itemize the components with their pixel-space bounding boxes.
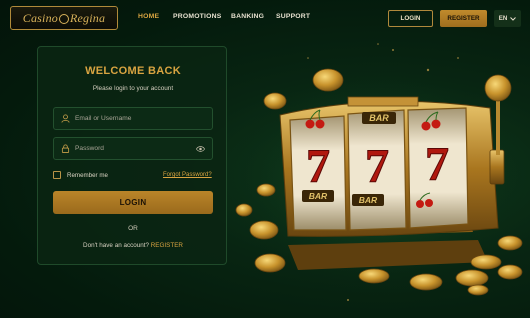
- user-icon: [61, 114, 70, 123]
- header-login-button[interactable]: LOGIN: [388, 10, 433, 27]
- seven-symbol-2: 7: [365, 140, 389, 193]
- remember-me[interactable]: Remember me: [53, 171, 108, 179]
- signup-prompt: Don't have an account? REGISTER: [38, 242, 228, 249]
- password-field[interactable]: [53, 137, 213, 160]
- no-account-text: Don't have an account?: [83, 242, 149, 249]
- seven-symbol-1: 7: [306, 140, 330, 193]
- remember-checkbox[interactable]: [53, 171, 61, 179]
- slot-machine-illustration: BAR 7 7 7 BAR BAR: [228, 43, 528, 301]
- login-submit-button[interactable]: LOGIN: [53, 191, 213, 214]
- forgot-password-link[interactable]: Forgot Password?: [163, 172, 212, 178]
- seven-symbol-3: 7: [425, 138, 449, 191]
- username-field[interactable]: [53, 107, 213, 130]
- logo-text-left: Casino: [22, 10, 58, 25]
- username-input[interactable]: [75, 115, 185, 122]
- crest-icon: [59, 14, 69, 24]
- login-panel: WELCOME BACK Please login to your accoun…: [37, 46, 227, 265]
- login-subtitle: Please login to your account: [92, 85, 174, 92]
- eye-icon[interactable]: [196, 145, 205, 153]
- register-link[interactable]: REGISTER: [151, 242, 183, 249]
- nav-promotions[interactable]: PROMOTIONS: [173, 13, 221, 20]
- login-title: WELCOME BACK: [85, 65, 181, 77]
- language-value: EN: [498, 15, 508, 22]
- header-register-button[interactable]: REGISTER: [440, 10, 487, 27]
- casino-logo[interactable]: Casino Regina: [10, 6, 118, 30]
- chevron-down-icon: [510, 16, 517, 21]
- language-select[interactable]: EN: [494, 10, 521, 27]
- nav-home[interactable]: HOME: [138, 13, 159, 20]
- nav-support[interactable]: SUPPORT: [276, 13, 310, 20]
- top-header: Casino Regina HOME PROMOTIONS BANKING SU…: [0, 0, 530, 36]
- bar-label-top: BAR: [369, 113, 389, 123]
- bar-label-bottom-2: BAR: [359, 195, 378, 205]
- bar-label-bottom-1: BAR: [309, 191, 328, 201]
- logo-text-right: Regina: [70, 10, 106, 25]
- password-input[interactable]: [75, 145, 185, 152]
- lock-icon: [61, 144, 70, 153]
- remember-label: Remember me: [67, 171, 108, 179]
- or-divider: OR: [128, 225, 138, 232]
- nav-banking[interactable]: BANKING: [231, 13, 264, 20]
